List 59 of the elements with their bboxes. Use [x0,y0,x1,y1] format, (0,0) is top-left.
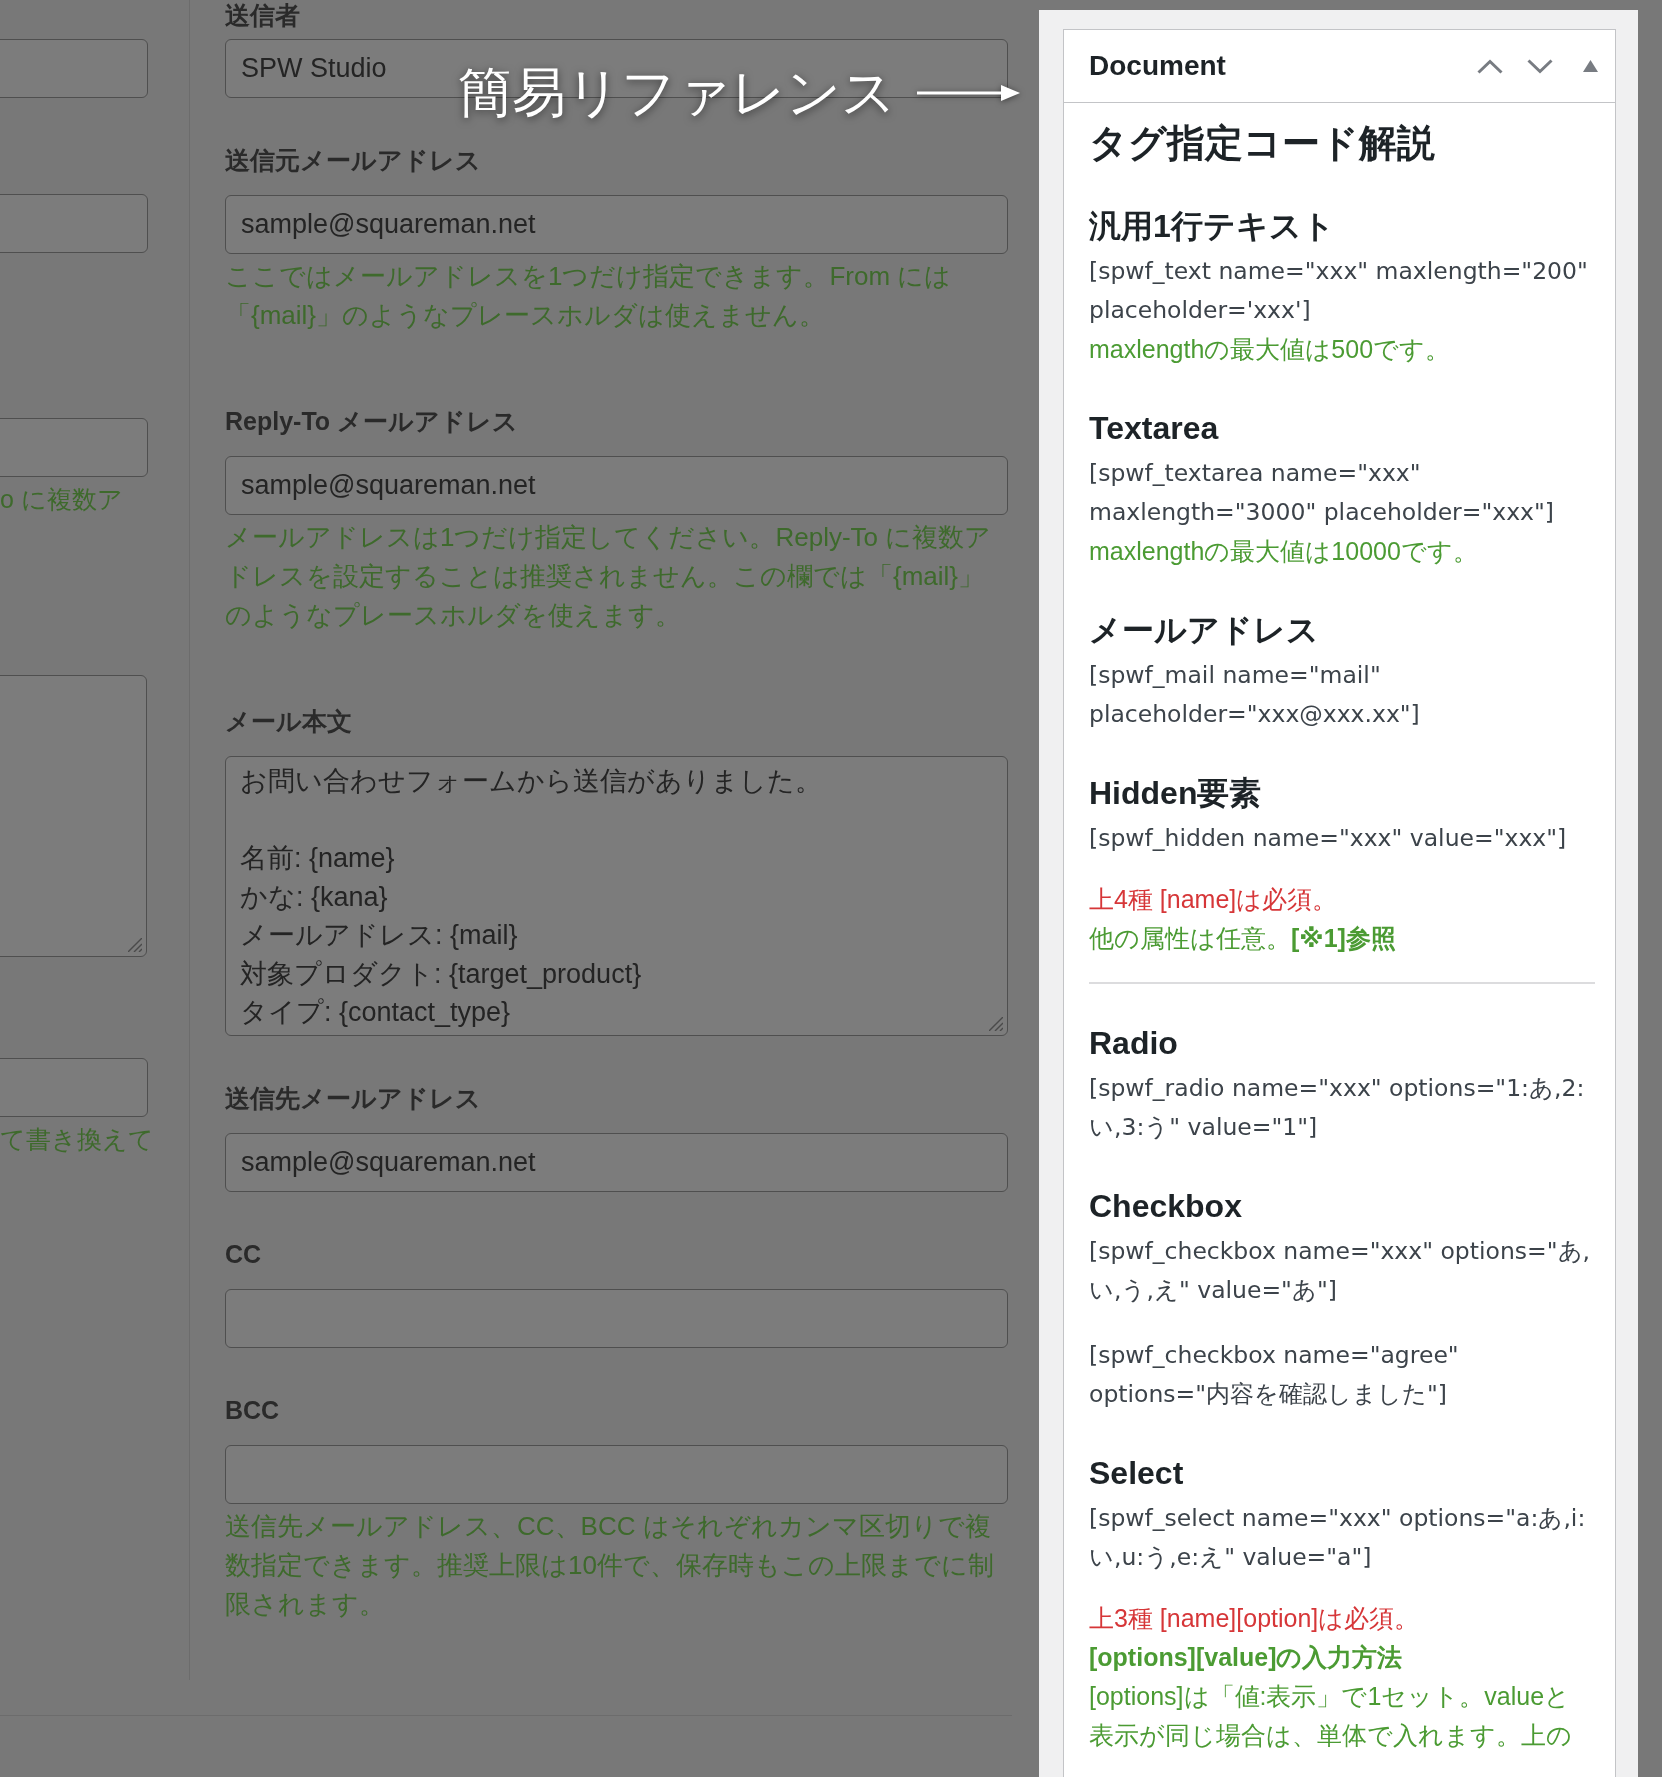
code-text: [spwf_select name="xxx" options="a:あ,i:い,u:う,e:え" value="a"] [1089,1503,1587,1573]
chevron-down-icon [1527,58,1553,74]
input-field[interactable] [225,1445,1008,1504]
text-line: メールアドレス: {mail} [240,919,518,952]
triangle-up-icon [1582,60,1598,72]
input-field[interactable] [0,1058,148,1117]
text-line: タイプ: {contact_type} [240,996,511,1029]
note-text: 他の属性は任意。[※1]参照 [1089,923,1396,954]
field-label: BCC [225,1395,280,1425]
text-line: 対象プロダクト: {target_product} [240,957,642,991]
help-text: o に複数ア [0,484,123,515]
textarea-field[interactable]: お問い合わせフォームから送信がありました。 名前: {name} かな: {kana} メールアドレス: {mail} 対象プロダクト: {target_product} タイプ: {contact_type} [225,756,1008,1036]
required-note: 上3種 [name][option]は必須。 [1089,1603,1420,1634]
code-text: [spwf_hidden name="xxx" value="xxx"] [1089,823,1567,854]
subsection-heading: Textarea [1089,409,1219,448]
chevron-up-icon [1477,58,1503,74]
textarea-field[interactable] [0,675,147,957]
text-line: 名前: {name} [240,842,395,875]
input-field[interactable] [225,1289,1008,1348]
note-text: maxlengthの最大値は500です。 [1089,334,1451,365]
subsection-heading: 汎用1行テキスト [1089,207,1335,246]
text-line: お問い合わせフォームから送信がありました。 [240,765,822,798]
field-label: Reply-To メールアドレス [225,406,519,436]
help-text: ここではメールアドレスを1つだけ指定できます。From には「{mail}」のようなプレースホルダは使えません。 [225,260,953,332]
field-label: 送信者 [225,0,300,30]
note-heading: [options][value]の入力方法 [1089,1642,1403,1673]
code-text: [spwf_checkbox name="xxx" options="あ,い,う,え" value="あ"] [1089,1236,1591,1306]
section-heading: タグ指定コード解説 [1089,121,1435,166]
subsection-heading: Hidden要素 [1089,774,1262,813]
field-label: CC [225,1239,262,1269]
field-label: 送信先メールアドレス [225,1083,481,1113]
subsection-heading: Select [1089,1454,1184,1493]
help-text: て書き換えて [0,1124,154,1155]
note-text: [options]は「値:表示」で1セット。valueと表示が同じ場合は、単体で入れます。上の [1089,1681,1573,1751]
input-field[interactable]: sample@squareman.net [225,195,1008,254]
subsection-heading: Radio [1089,1024,1178,1063]
note-text: maxlengthの最大値は10000です。 [1089,536,1478,567]
field-label: 送信元メールアドレス [225,145,481,175]
subsection-heading: メールアドレス [1089,611,1319,650]
code-text: [spwf_checkbox name="agree" options="内容を確認しました"] [1089,1340,1460,1410]
code-text: [spwf_radio name="xxx" options="1:あ,2:い,3:う" value="1"] [1089,1073,1586,1143]
help-text: 送信先メールアドレス、CC、BCC はそれぞれカンマ区切りで複数指定できます。推奨上限は10件で、保存時もこの上限までに制限されます。 [225,1510,995,1621]
input-field[interactable] [0,194,148,253]
input-field[interactable]: sample@squareman.net [225,1133,1008,1192]
help-text: メールアドレスは1つだけ指定してください。Reply-To に複数アドレスを設定することは推奨されません。この欄では「{mail}」のようなプレースホルダを使えます。 [225,521,993,632]
text-line: かな: {kana} [240,880,388,914]
panel-title: Document [1089,49,1226,83]
code-text: [spwf_mail name="mail" placeholder="xxx@xxx.xx"] [1089,660,1421,730]
resize-handle-icon[interactable] [128,938,142,952]
input-field[interactable] [0,418,148,477]
right-arrow-icon [917,84,1020,102]
resize-handle-icon[interactable] [989,1017,1003,1031]
code-text: [spwf_text name="xxx" maxlength="200" placeholder='xxx'] [1089,256,1589,326]
input-field[interactable] [0,39,148,98]
input-field[interactable]: sample@squareman.net [225,456,1008,515]
subsection-heading: Checkbox [1089,1187,1242,1226]
required-note: 上4種 [name]は必須。 [1089,884,1338,915]
code-text: [spwf_textarea name="xxx" maxlength="3000" placeholder="xxx"] [1089,458,1555,528]
field-label: メール本文 [225,706,352,736]
